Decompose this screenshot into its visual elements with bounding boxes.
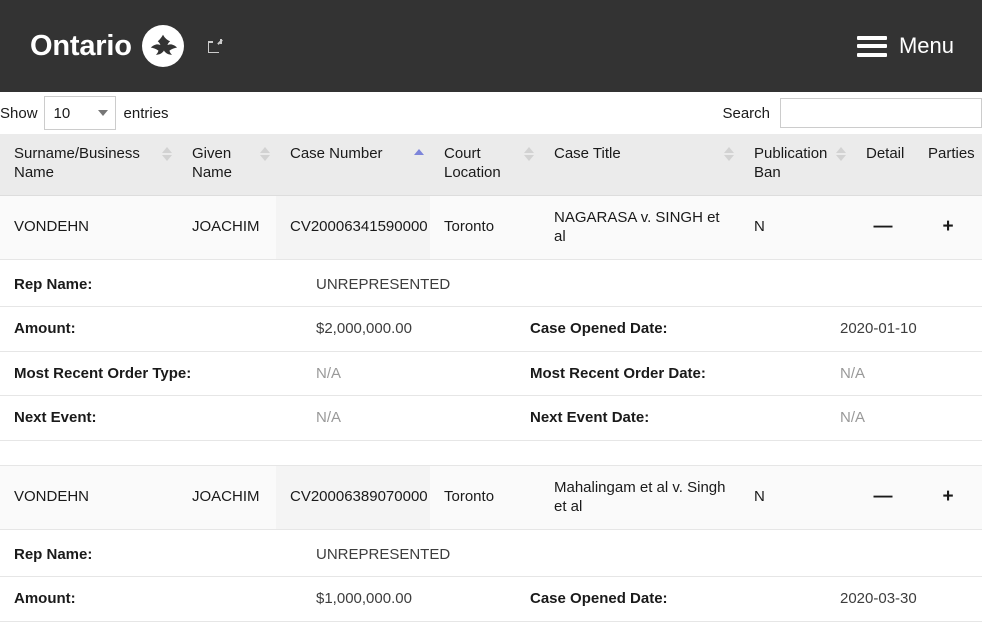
cell-detail-toggle[interactable]: — [852,465,914,530]
detail-label-case-opened-date: Case Opened Date: [530,590,668,607]
column-label: Surname/Business Name [14,145,140,181]
detail-value-case-opened-date: 2020-01-10 [840,320,917,337]
entries-length-control: Show 10 entries [0,96,169,130]
detail-row-next-event: Next Event: N/A Next Event Date: N/A [0,395,982,441]
column-label: Publication Ban [754,145,828,181]
cell-surname: VONDEHN [0,195,178,260]
column-label: Case Number [290,145,383,162]
chevron-down-icon [97,110,108,116]
detail-label-next-event-date: Next Event Date: [530,409,650,426]
column-header-case-title[interactable]: Case Title [540,134,740,196]
menu-button[interactable]: Menu [853,29,958,63]
column-label: Court Location [444,145,501,181]
detail-value-rep-name: UNREPRESENTED [316,545,451,563]
cell-case-title: Mahalingam et al v. Singh et al [540,465,740,530]
detail-row-amount: Amount: $1,000,000.00 Case Opened Date: … [0,576,982,622]
entries-label: entries [123,104,169,122]
menu-button-label: Menu [898,33,954,58]
detail-label-order-date: Most Recent Order Date: [530,364,706,382]
cell-court-location: Toronto [430,195,540,260]
detail-label-amount: Amount: [14,320,76,337]
detail-row-rep-name: Rep Name: UNREPRESENTED [0,259,982,307]
row-spacer [0,440,982,466]
detail-row-order: Most Recent Order Type: N/A Most Recent … [0,621,982,637]
table-header-row: Surname/Business Name Given Name Case Nu… [0,134,982,196]
detail-label-order-type: Most Recent Order Type: [14,634,316,637]
detail-value-order-date: N/A [840,634,968,637]
cell-case-title: NAGARASA v. SINGH et al [540,195,740,260]
detail-row-amount: Amount: $2,000,000.00 Case Opened Date: … [0,306,982,352]
external-link-icon[interactable] [207,39,223,53]
plus-icon[interactable]: + [942,217,953,236]
detail-label-order-type: Most Recent Order Type: [14,364,192,382]
cell-parties-toggle[interactable]: + [914,465,982,530]
cell-given-name: JOACHIM [178,195,276,260]
cell-given-name: JOACHIM [178,465,276,530]
column-header-court-location[interactable]: Court Location [430,134,540,196]
column-label: Parties [928,145,975,162]
detail-value-order-type: N/A [316,364,342,382]
column-label: Detail [866,145,905,162]
detail-row-rep-name: Rep Name: UNREPRESENTED [0,529,982,577]
sort-ascending-icon[interactable] [414,147,424,161]
brand-logo[interactable]: Ontario [30,25,223,67]
cell-publication-ban: N [740,195,852,260]
detail-value-amount: $1,000,000.00 [316,590,412,607]
column-header-surname[interactable]: Surname/Business Name [0,134,178,196]
detail-value-case-opened-date: 2020-03-30 [840,590,917,607]
cell-court-location: Toronto [430,465,540,530]
sort-icon[interactable] [836,147,846,161]
minus-icon[interactable]: — [874,487,893,506]
trillium-icon [141,25,184,67]
show-label: Show [0,104,38,122]
detail-label-amount: Amount: [14,590,76,607]
detail-label-rep-name: Rep Name: [14,275,93,293]
search-control: Search [722,98,982,128]
detail-row-order: Most Recent Order Type: N/A Most Recent … [0,351,982,396]
column-header-given-name[interactable]: Given Name [178,134,276,196]
detail-value-amount: $2,000,000.00 [316,320,412,337]
plus-icon[interactable]: + [942,487,953,506]
entries-select[interactable]: 10 [43,96,116,130]
detail-value-rep-name: UNREPRESENTED [316,275,451,293]
detail-label-case-opened-date: Case Opened Date: [530,320,668,337]
minus-icon[interactable]: — [874,217,893,236]
table-row[interactable]: VONDEHN JOACHIM CV20006341590000 Toronto… [0,195,982,260]
detail-label-next-event: Next Event: [14,409,97,426]
detail-label-rep-name: Rep Name: [14,545,93,563]
sort-icon[interactable] [260,147,270,161]
table-controls: Show 10 entries Search [0,92,982,134]
cell-case-number: CV20006389070000 [276,465,430,530]
column-header-case-number[interactable]: Case Number [276,134,430,196]
detail-value-next-event: N/A [316,409,342,426]
table-body: VONDEHN JOACHIM CV20006341590000 Toronto… [0,195,982,637]
column-header-parties: Parties [914,134,982,196]
detail-value-next-event-date: N/A [840,409,866,426]
sort-icon[interactable] [724,147,734,161]
table-row[interactable]: VONDEHN JOACHIM CV20006389070000 Toronto… [0,465,982,530]
cell-publication-ban: N [740,465,852,530]
search-label: Search [722,104,770,122]
column-label: Case Title [554,145,621,162]
sort-icon[interactable] [162,147,172,161]
brand-name: Ontario [30,29,132,62]
cell-detail-toggle[interactable]: — [852,195,914,260]
hamburger-icon [856,35,887,57]
search-input[interactable] [780,98,982,128]
sort-icon[interactable] [524,147,534,161]
entries-select-value: 10 [53,104,71,122]
column-label: Given Name [192,145,233,181]
column-header-publication-ban[interactable]: Publication Ban [740,134,852,196]
case-results-table: Surname/Business Name Given Name Case Nu… [0,134,982,637]
cell-surname: VONDEHN [0,465,178,530]
site-header: Ontario Menu [0,0,982,92]
cell-case-number: CV20006341590000 [276,195,430,260]
column-header-detail: Detail [852,134,914,196]
detail-value-order-date: N/A [840,364,866,382]
detail-value-order-type: N/A [316,634,530,637]
detail-label-order-date: Most Recent Order Date: [530,634,840,637]
cell-parties-toggle[interactable]: + [914,195,982,260]
